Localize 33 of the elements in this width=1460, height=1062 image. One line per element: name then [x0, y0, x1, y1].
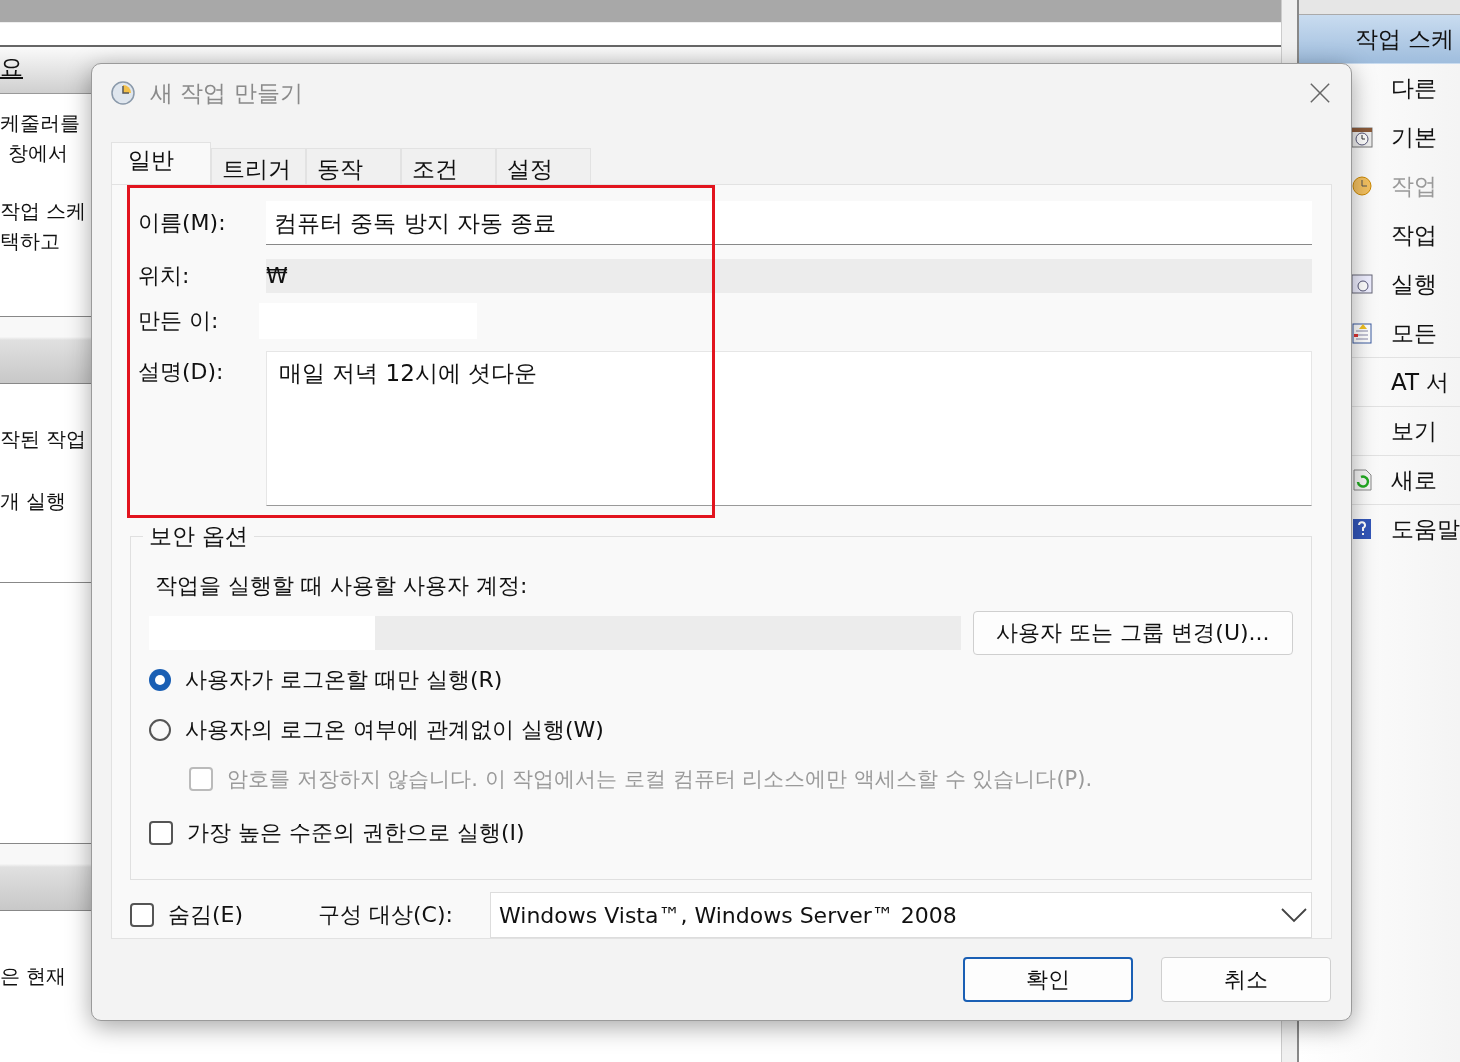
action-item[interactable]: 작업 스케 [1299, 15, 1460, 64]
tab[interactable]: 조건 [401, 148, 496, 184]
ok-button[interactable]: 확인 [963, 957, 1133, 1002]
cancel-button[interactable]: 취소 [1161, 957, 1331, 1002]
name-field[interactable]: 컴퓨터 중독 방지 자동 종료 [266, 201, 1312, 245]
option-label: 사용자의 로그온 여부에 관계없이 실행(W) [185, 716, 604, 744]
tab[interactable]: 일반 [111, 142, 211, 184]
panel-text: 개 실행 [0, 488, 67, 515]
panel-text: 택하고 [0, 228, 60, 255]
field-label: 위치: [137, 262, 191, 290]
panel-text: 작된 작업 [0, 426, 87, 453]
option-label: 사용자가 로그온할 때만 실행(R) [185, 666, 503, 694]
field-label: 설명(D): [137, 358, 225, 386]
action-item[interactable]: 기본 [1299, 113, 1460, 162]
option-label: 가장 높은 수준의 권한으로 실행(I) [187, 819, 525, 847]
panel-text: 케줄러를 [0, 110, 80, 137]
tab[interactable]: 설정 [496, 148, 591, 184]
tab[interactable]: 동작 [306, 148, 401, 184]
configure-dropdown[interactable]: Windows Vista™, Windows Server™ 2008 [490, 892, 1312, 938]
action-item[interactable]: 도움말 [1299, 505, 1460, 554]
field-label: 구성 대상(C): [318, 901, 454, 929]
change-user-button[interactable]: 사용자 또는 그룹 변경(U)... [973, 611, 1293, 655]
option-label: 숨김(E) [168, 901, 245, 929]
option-label: 암호를 저장하지 않습니다. 이 작업에서는 로컬 컴퓨터 리소스에만 액세스할 수 있습니다(P). [227, 766, 1093, 793]
tab[interactable]: 트리거 [211, 148, 306, 184]
field-label: 만든 이: [137, 307, 220, 335]
location-field: ₩ [266, 259, 1312, 293]
account-label: 작업을 실행할 때 사용할 사용자 계정: [154, 572, 529, 600]
field-label: 이름(M): [137, 209, 227, 237]
description-field[interactable]: 매일 저녁 12시에 셧다운 [266, 351, 1312, 506]
panel-text: 은 현재 [0, 963, 67, 990]
panel-text: 작업 스케 [0, 198, 87, 225]
panel-text: 창에서 [7, 140, 68, 167]
